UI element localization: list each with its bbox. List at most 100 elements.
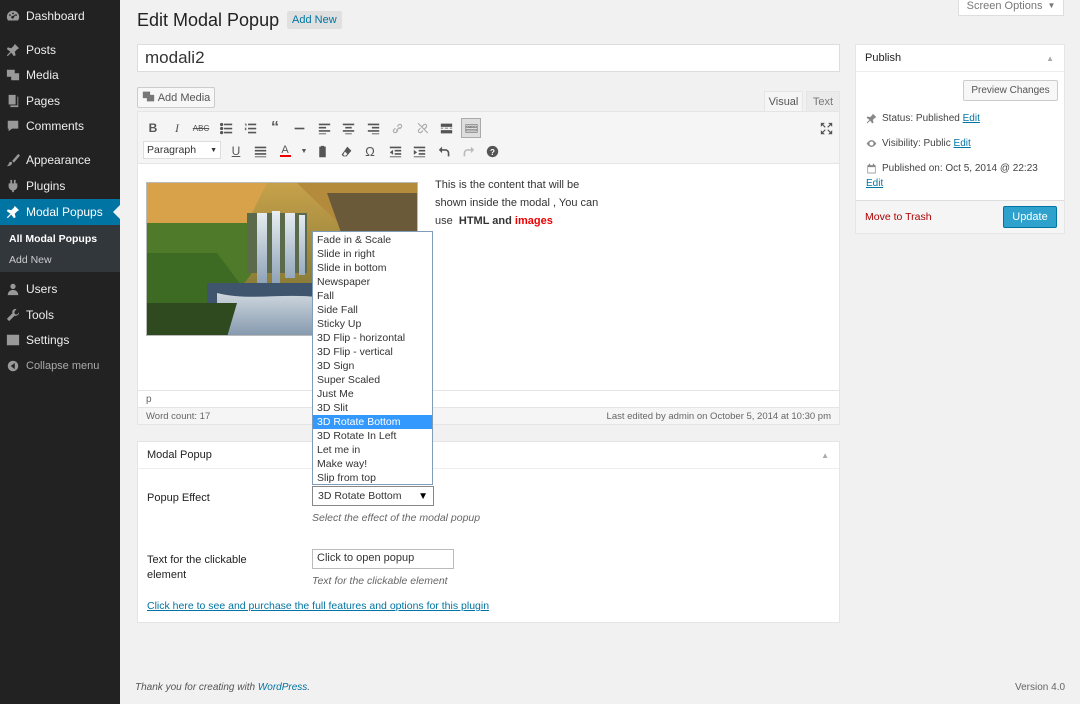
menu-label: Settings: [26, 333, 70, 347]
menu-label: Tools: [26, 308, 55, 322]
submenu-item-all-modal-popups[interactable]: All Modal Popups: [9, 233, 97, 245]
edit-visibility-link[interactable]: Edit: [954, 138, 971, 149]
popup-effect-select[interactable]: 3D Rotate Bottom ▼: [312, 486, 434, 506]
admin-menu: Dashboard Posts Media Pages Comments App…: [0, 0, 120, 704]
fullscreen-icon[interactable]: [817, 119, 835, 137]
special-character-icon[interactable]: Ω: [361, 142, 379, 160]
content-text-plain: use: [435, 215, 453, 227]
wordpress-link[interactable]: WordPress: [258, 682, 307, 693]
chevron-up-icon[interactable]: ▲: [1046, 54, 1054, 63]
align-left-icon[interactable]: [315, 119, 333, 137]
toolbar-toggle-icon[interactable]: [461, 118, 481, 138]
dropdown-option[interactable]: Fade in & Scale: [313, 233, 432, 247]
menu-item-users[interactable]: Users: [0, 276, 120, 302]
dropdown-option[interactable]: Side Fall: [313, 303, 432, 317]
dropdown-option[interactable]: Just Me: [313, 387, 432, 401]
dropdown-option[interactable]: Sticky Up: [313, 317, 432, 331]
published-value: Oct 5, 2014 @ 22:23: [945, 163, 1038, 174]
preview-changes-button[interactable]: Preview Changes: [963, 80, 1058, 101]
dropdown-option[interactable]: 3D Flip - vertical: [313, 345, 432, 359]
content-line: shown inside the modal , You can: [435, 197, 599, 209]
outdent-icon[interactable]: [386, 142, 404, 160]
align-center-icon[interactable]: [339, 119, 357, 137]
collapse-menu-button[interactable]: Collapse menu: [0, 353, 120, 379]
editor-status-bar: Word count: 17 Last edited by admin on O…: [138, 407, 839, 424]
publish-box: Publish ▲ Preview Changes Status: Publis…: [855, 44, 1065, 234]
format-select[interactable]: Paragraph ▼: [143, 141, 221, 159]
dropdown-option[interactable]: Make way!: [313, 457, 432, 471]
menu-item-dashboard[interactable]: Dashboard: [0, 3, 120, 29]
bold-icon[interactable]: B: [144, 119, 162, 137]
edit-date-link[interactable]: Edit: [866, 177, 883, 190]
menu-label: Pages: [26, 94, 61, 108]
help-icon[interactable]: ?: [483, 142, 501, 160]
dropdown-option[interactable]: Slide in right: [313, 247, 432, 261]
dropdown-option[interactable]: Newspaper: [313, 275, 432, 289]
undo-icon[interactable]: [435, 142, 453, 160]
screen-options-button[interactable]: Screen Options ▼: [958, 0, 1064, 16]
post-title-input[interactable]: modali2: [137, 44, 840, 72]
dropdown-option[interactable]: Let me in: [313, 443, 432, 457]
move-to-trash-link[interactable]: Move to Trash: [865, 211, 932, 223]
menu-item-media[interactable]: Media: [0, 62, 120, 88]
menu-item-tools[interactable]: Tools: [0, 302, 120, 328]
purchase-link[interactable]: Click here to see and purchase the full …: [147, 600, 489, 612]
tab-text[interactable]: Text: [806, 91, 840, 112]
menu-item-plugins[interactable]: Plugins: [0, 173, 120, 199]
unlink-icon[interactable]: [413, 119, 431, 137]
dropdown-option[interactable]: 3D Rotate In Left: [313, 429, 432, 443]
italic-icon[interactable]: I: [168, 119, 186, 137]
menu-item-modal-popups[interactable]: Modal Popups: [0, 199, 120, 225]
tab-visual[interactable]: Visual: [764, 91, 803, 112]
paste-text-icon[interactable]: [313, 142, 331, 160]
dropdown-option[interactable]: 3D Sign: [313, 359, 432, 373]
redo-icon[interactable]: [459, 142, 477, 160]
chevron-down-icon[interactable]: ▼: [295, 142, 313, 160]
numbered-list-icon[interactable]: [241, 119, 259, 137]
align-right-icon[interactable]: [364, 119, 382, 137]
editor-content[interactable]: This is the content that will be shown i…: [138, 165, 839, 390]
dropdown-option[interactable]: Slide in bottom: [313, 261, 432, 275]
link-icon[interactable]: [388, 119, 406, 137]
add-new-button[interactable]: Add New: [287, 11, 342, 29]
dropdown-option[interactable]: Super Scaled: [313, 373, 432, 387]
clickable-text-label-line: element: [147, 569, 187, 581]
menu-label: Media: [26, 68, 59, 82]
dropdown-option[interactable]: Fall: [313, 289, 432, 303]
dropdown-option[interactable]: 3D Flip - horizontal: [313, 331, 432, 345]
add-media-button[interactable]: Add Media: [137, 87, 215, 108]
clear-formatting-icon[interactable]: [337, 142, 355, 160]
menu-item-settings[interactable]: Settings: [0, 327, 120, 353]
underline-icon[interactable]: U: [227, 142, 245, 160]
dropdown-option[interactable]: 3D Slit: [313, 401, 432, 415]
publish-title: Publish: [856, 45, 1064, 72]
update-button[interactable]: Update: [1003, 206, 1057, 228]
content-line: use HTML and images: [435, 212, 625, 230]
format-select-value: Paragraph: [147, 144, 197, 156]
published-label: Published on:: [882, 163, 943, 174]
menu-label: Comments: [26, 119, 85, 133]
menu-item-appearance[interactable]: Appearance: [0, 147, 120, 173]
text-color-icon[interactable]: A: [276, 142, 294, 160]
read-more-icon[interactable]: [437, 119, 455, 137]
menu-item-pages[interactable]: Pages: [0, 88, 120, 114]
justify-icon[interactable]: [251, 142, 269, 160]
strikethrough-icon[interactable]: ABC: [192, 119, 210, 137]
dropdown-option[interactable]: 3D Rotate Bottom: [313, 415, 432, 429]
menu-item-comments[interactable]: Comments: [0, 113, 120, 139]
indent-icon[interactable]: [410, 142, 428, 160]
media-icon: [0, 68, 26, 82]
svg-text:?: ?: [490, 147, 495, 156]
horizontal-line-icon[interactable]: [290, 119, 308, 137]
popup-effect-hint: Select the effect of the modal popup: [312, 512, 481, 524]
dropdown-option[interactable]: Slip from top: [313, 471, 432, 485]
footer-thanks-text: Thank you for creating with: [135, 682, 256, 693]
submenu-item-add-new[interactable]: Add New: [9, 254, 52, 266]
chevron-up-icon[interactable]: ▲: [821, 451, 829, 460]
media-icon: [142, 90, 155, 106]
menu-item-posts[interactable]: Posts: [0, 37, 120, 63]
bullet-list-icon[interactable]: [217, 119, 235, 137]
edit-status-link[interactable]: Edit: [963, 113, 980, 124]
blockquote-icon[interactable]: “: [266, 119, 284, 137]
clickable-text-input[interactable]: Click to open popup: [312, 549, 454, 569]
